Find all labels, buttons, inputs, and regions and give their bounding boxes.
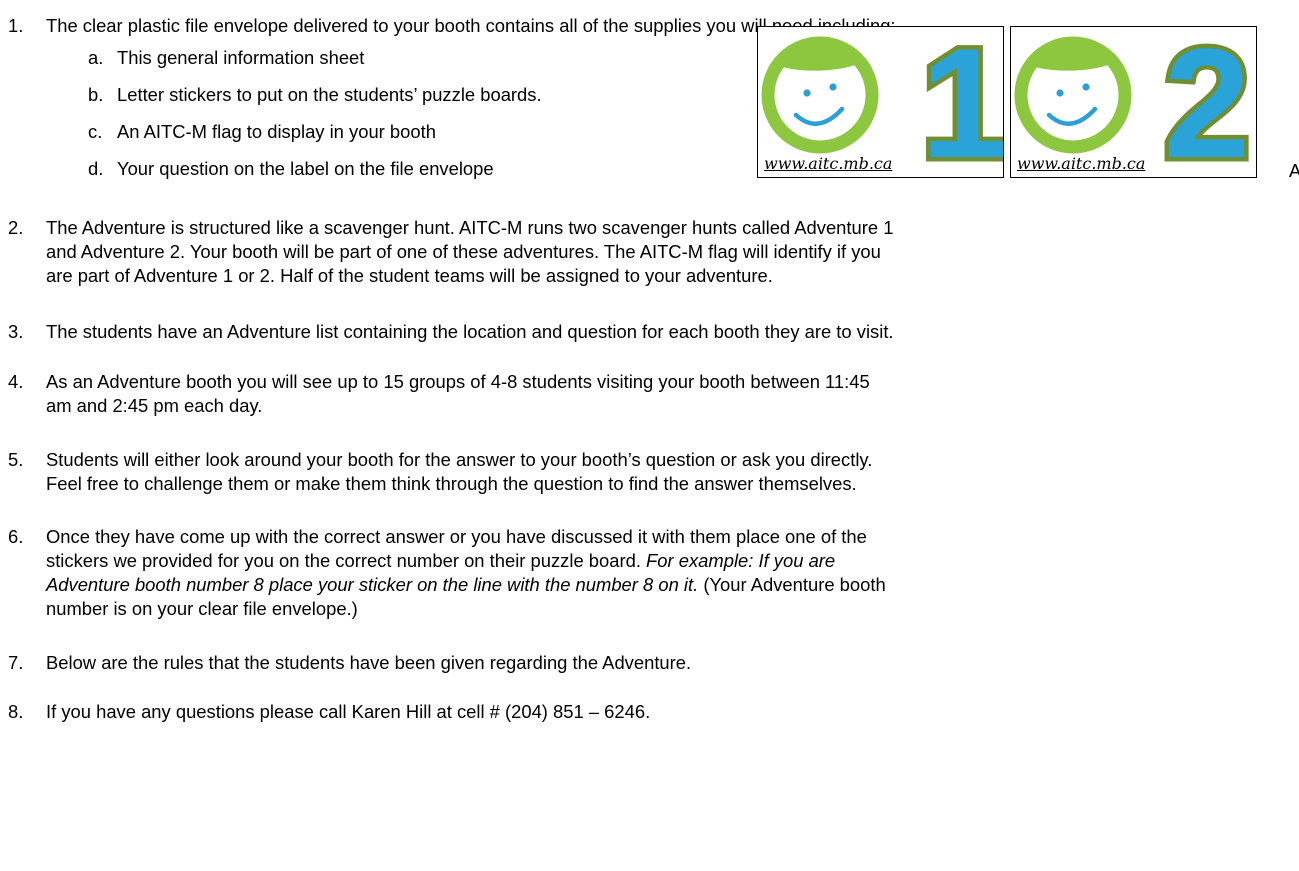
sub-text: Letter stickers to put on the students’ … [117,84,542,105]
list-number: 6. [8,526,24,547]
logo-digit: 1 [921,27,1004,178]
list-number: 8. [8,701,24,722]
list-number: 4. [8,371,24,392]
sub-text: An AITC-M flag to display in your booth [117,121,436,142]
sub-text: This general information sheet [117,47,365,68]
document-page: 1. The clear plastic file envelope deliv… [0,0,1299,871]
sub-item-b: b. Letter stickers to put on the student… [88,83,728,107]
list-text: If you have any questions please call Ka… [46,701,651,722]
sub-text: Your question on the label on the file e… [117,158,494,179]
list-text: Students will either look around your bo… [46,449,873,494]
sub-letter: a. [88,47,104,68]
adventure-1-logo: 1 www.aitc.mb.ca [757,26,1004,178]
sub-letter: c. [88,121,103,142]
list-item-3: 3. The students have an Adventure list c… [8,320,1293,344]
list-number: 2. [8,217,24,238]
list-item-8: 8. If you have any questions please call… [8,700,1293,724]
cut-off-text: A [1289,160,1299,181]
adventure-2-logo: 2 www.aitc.mb.ca [1010,26,1257,178]
list-item-2: 2. The Adventure is structured like a sc… [8,216,1293,288]
logo-url: www.aitc.mb.ca [764,154,893,173]
list-number: 1. [8,15,24,36]
list-text: As an Adventure booth you will see up to… [46,371,870,416]
list-item-7: 7. Below are the rules that the students… [8,651,1293,675]
sub-item-a: a. This general information sheet [88,46,728,70]
list-text: Once they have come up with the correct … [46,525,1293,621]
list-item-4: 4. As an Adventure booth you will see up… [8,370,1293,418]
list-number: 3. [8,321,24,342]
sub-letter: b. [88,84,104,105]
list-number: 5. [8,449,24,470]
sub-letter: d. [88,158,104,179]
list-text: The students have an Adventure list cont… [46,321,894,342]
list-item-6: 6. Once they have come up with the corre… [8,525,1293,621]
sub-item-c: c. An AITC-M flag to display in your boo… [88,120,728,144]
list-text: Below are the rules that the students ha… [46,652,692,673]
list-number: 7. [8,652,24,673]
logo-url: www.aitc.mb.ca [1017,154,1146,173]
logo-digit: 2 [1164,27,1251,178]
list-item-5: 5. Students will either look around your… [8,448,1293,496]
list-text: The Adventure is structured like a scave… [46,217,894,286]
sub-item-d: d. Your question on the label on the fil… [88,157,728,181]
